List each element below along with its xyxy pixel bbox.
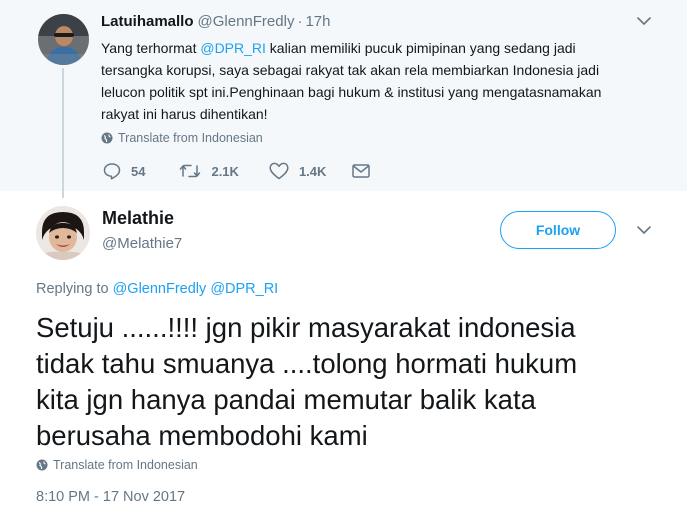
reply-text-line: berusaha membodohi kami: [36, 420, 368, 451]
globe-icon: [36, 459, 48, 471]
parent-tweet-time[interactable]: 17h: [305, 13, 330, 30]
parent-tweet-actions: 54 2.1K 1.4K: [103, 162, 371, 180]
translate-label: Translate from Indonesian: [118, 131, 263, 145]
envelope-icon: [352, 164, 371, 178]
reply-text-line: kita jgn hanya pandai memutar balik kata: [36, 384, 536, 415]
retweet-action[interactable]: 2.1K: [179, 163, 239, 179]
parent-text-line: rakyat ini harus dihentikan!: [101, 106, 268, 122]
mention-link[interactable]: @DPR_RI: [210, 281, 278, 297]
parent-tweet-text: Yang terhormat @DPR_RI kalian memiliki p…: [101, 37, 671, 125]
translate-label: Translate from Indonesian: [53, 458, 198, 472]
reply-tweet-text: Setuju ......!!!! jgn pikir masyarakat i…: [36, 310, 676, 454]
replying-to-line: Replying to @GlennFredly @DPR_RI: [36, 281, 278, 297]
reply-text-line: tidak tahu smuanya ....tolong hormati hu…: [36, 348, 578, 379]
thread-connector-line: [62, 68, 64, 198]
reply-count: 54: [131, 163, 146, 179]
parent-text-line: tersangka korupsi, saya sebagai rakyat t…: [101, 62, 600, 78]
parent-author-avatar[interactable]: [38, 14, 89, 65]
mention-link[interactable]: @DPR_RI: [200, 40, 266, 56]
chevron-down-icon[interactable]: [636, 224, 652, 236]
parent-author-name[interactable]: Latuihamallo: [101, 13, 194, 30]
heart-icon: [269, 162, 289, 180]
follow-button[interactable]: Follow: [500, 211, 616, 249]
globe-icon: [101, 132, 113, 144]
reply-author-handle[interactable]: @Melathie7: [102, 235, 182, 252]
reply-text-line: Setuju ......!!!! jgn pikir masyarakat i…: [36, 312, 576, 343]
reply-timestamp[interactable]: 8:10 PM - 17 Nov 2017: [36, 489, 185, 505]
reply-action[interactable]: 54: [103, 162, 145, 180]
reply-translate-link[interactable]: Translate from Indonesian: [36, 458, 198, 472]
parent-text-line: lelucon politik spt ini.Penghinaan bagi …: [101, 84, 602, 100]
reply-icon: [103, 162, 121, 180]
mention-link[interactable]: @GlennFredly: [113, 281, 207, 297]
direct-message-action[interactable]: [352, 164, 371, 178]
like-count: 1.4K: [298, 163, 327, 179]
retweet-count: 2.1K: [211, 163, 239, 179]
parent-author-handle[interactable]: @GlennFredly: [198, 13, 295, 30]
like-action[interactable]: 1.4K: [269, 162, 326, 180]
parent-tweet-header: Latuihamallo @GlennFredly · 17h: [101, 13, 330, 30]
header-separator: ·: [297, 13, 303, 30]
replying-to-prefix: Replying to: [36, 281, 113, 297]
parent-tweet[interactable]: Latuihamallo @GlennFredly · 17h Yang terhor…: [0, 0, 687, 198]
chevron-down-icon[interactable]: [636, 15, 652, 27]
retweet-icon: [179, 163, 201, 179]
reply-author-name[interactable]: Melathie: [102, 208, 174, 229]
parent-text-line: Yang terhormat @DPR_RI kalian memiliki p…: [101, 40, 576, 56]
parent-translate-link[interactable]: Translate from Indonesian: [101, 131, 263, 145]
reply-author-avatar[interactable]: [36, 206, 90, 260]
